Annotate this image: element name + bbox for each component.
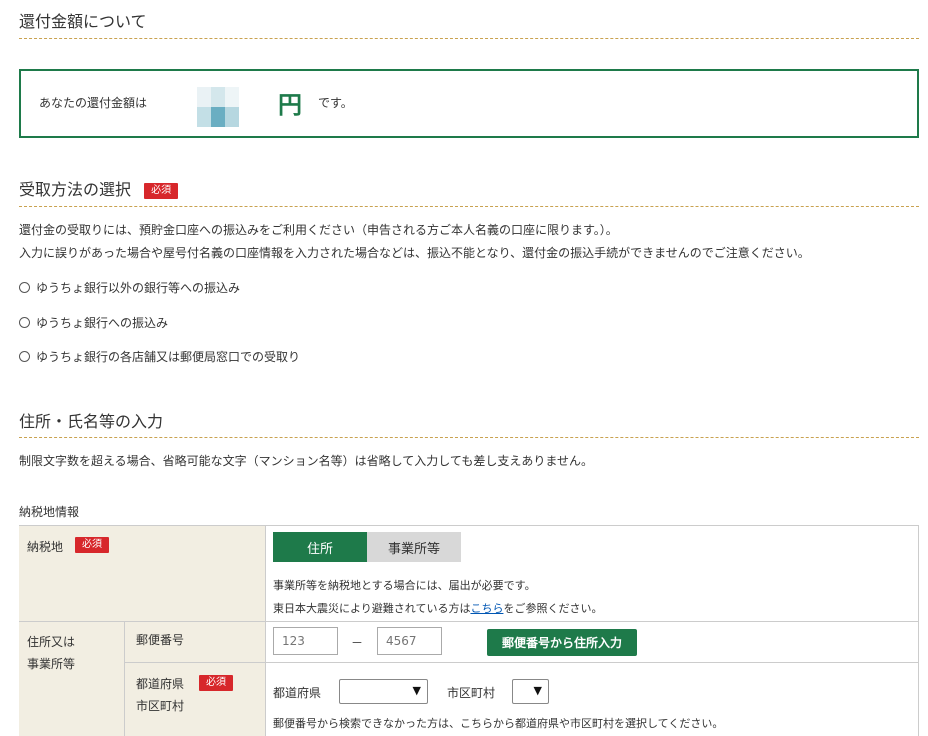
radio-post-office[interactable]: ゆうちょ銀行の各店舗又は郵便局窓口での受取り: [19, 348, 300, 365]
office-notice: 事業所等を納税地とする場合には、届出が必要です。: [273, 579, 536, 592]
evacuee-link[interactable]: こちら: [470, 602, 503, 615]
city-select-label: 市区町村: [447, 686, 496, 700]
refund-prefix: あなたの還付金額は: [39, 96, 148, 110]
refund-heading: 還付金額について: [19, 12, 147, 31]
row-divider: [19, 621, 919, 622]
pref-label: 都道府県: [136, 677, 185, 691]
city-label: 市区町村: [136, 699, 185, 713]
postal-code-first-input[interactable]: [273, 627, 338, 655]
heading-divider: [19, 206, 919, 207]
refund-suffix: です。: [318, 96, 353, 110]
address-label-line2: 事業所等: [27, 657, 76, 671]
chevron-down-icon: ▼: [412, 684, 421, 697]
postal-label: 郵便番号: [136, 633, 185, 647]
radio-label: ゆうちょ銀行への振込み: [36, 316, 169, 330]
required-badge: 必須: [199, 675, 233, 691]
tax-place-table: 納税地 必須 住所又は 事業所等 郵便番号 都道府県 市区町村 必須 住所 事業…: [19, 525, 919, 736]
address-label-line1: 住所又は: [27, 635, 76, 649]
receipt-method-heading: 受取方法の選択 必須: [19, 176, 179, 200]
address-desc: 制限文字数を超える場合、省略可能な文字（マンション名等）は省略して入力しても差し…: [19, 454, 593, 468]
postal-lookup-button[interactable]: 郵便番号から住所入力: [487, 629, 637, 656]
city-select[interactable]: ▼: [512, 679, 549, 704]
radio-label: ゆうちょ銀行以外の銀行等への振込み: [36, 281, 241, 295]
heading-divider: [19, 437, 919, 438]
pref-city-label: 都道府県 市区町村: [136, 673, 184, 717]
redacted-amount-image: [197, 87, 239, 127]
nozeichi-label: 納税地: [27, 540, 64, 554]
radio-circle[interactable]: [19, 282, 30, 293]
pref-city-notice: 郵便番号から検索できなかった方は、こちらから都道府県や市区町村を選択してください…: [273, 717, 724, 730]
postal-code-second-input[interactable]: [377, 627, 442, 655]
radio-other-bank[interactable]: ゆうちょ銀行以外の銀行等への振込み: [19, 279, 240, 296]
column-divider: [124, 621, 125, 736]
evacuee-notice-suffix: をご参照ください。: [503, 602, 603, 615]
required-badge: 必須: [144, 182, 179, 199]
receipt-method-title: 受取方法の選択: [19, 180, 132, 199]
prefecture-select[interactable]: ▼: [339, 679, 428, 704]
address-label: 住所又は 事業所等: [27, 631, 75, 675]
tab-address[interactable]: 住所: [273, 532, 367, 562]
postal-dash: －: [351, 636, 364, 650]
heading-divider: [19, 38, 919, 39]
radio-label: ゆうちょ銀行の各店舗又は郵便局窓口での受取り: [36, 350, 301, 364]
receipt-desc-line2: 入力に誤りがあった場合や屋号付名義の口座情報を入力された場合などは、振込不能とな…: [19, 246, 810, 260]
label-cell-address: 住所又は 事業所等 郵便番号 都道府県 市区町村 必須: [19, 621, 265, 736]
yen-symbol: 円: [278, 91, 302, 119]
table-title: 納税地情報: [19, 505, 80, 519]
radio-circle[interactable]: [19, 351, 30, 362]
tab-office[interactable]: 事業所等: [367, 532, 461, 562]
evacuee-notice-text: 東日本大震災により避難されている方は: [273, 602, 471, 615]
chevron-down-icon: ▼: [533, 684, 542, 697]
receipt-desc-line1: 還付金の受取りには、預貯金口座への振込みをご利用ください（申告される方ご本人名義…: [19, 223, 618, 237]
radio-circle[interactable]: [19, 317, 30, 328]
refund-amount-box: あなたの還付金額は 円 です。: [19, 69, 919, 138]
radio-yucho-bank[interactable]: ゆうちょ銀行への振込み: [19, 314, 168, 331]
required-badge: 必須: [75, 537, 109, 553]
row-divider: [124, 662, 919, 663]
address-heading: 住所・氏名等の入力: [19, 412, 164, 431]
table-border-right: [918, 526, 919, 736]
pref-select-label: 都道府県: [273, 686, 322, 700]
evacuee-notice: 東日本大震災により避難されている方はこちらをご参照ください。: [273, 600, 602, 616]
label-cell-nozeichi: 納税地 必須: [19, 526, 265, 621]
column-divider: [265, 526, 266, 736]
